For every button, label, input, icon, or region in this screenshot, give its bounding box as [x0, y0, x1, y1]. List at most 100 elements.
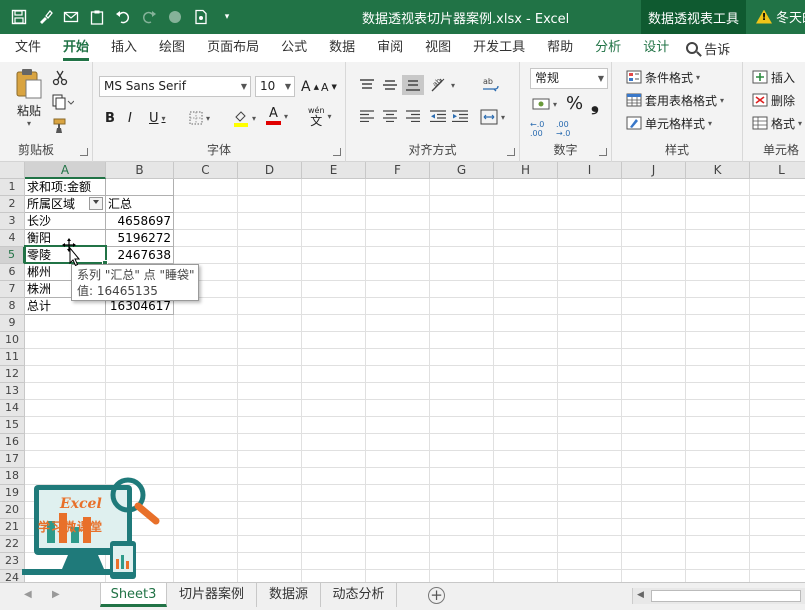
- cell-l5[interactable]: [750, 247, 805, 264]
- column-header-j[interactable]: J: [622, 162, 686, 179]
- cell-j13[interactable]: [622, 383, 686, 400]
- cell-e6[interactable]: [302, 264, 366, 281]
- column-header-c[interactable]: C: [174, 162, 238, 179]
- cell-g15[interactable]: [430, 417, 494, 434]
- cell-h19[interactable]: [494, 485, 558, 502]
- cell-g1[interactable]: [430, 179, 494, 196]
- cell-k8[interactable]: [686, 298, 750, 315]
- cell-h14[interactable]: [494, 400, 558, 417]
- worksheet-grid[interactable]: ABCDEFGHIJKL 1 2 3 4 5 6 7 8 9 10 11 12 13 14 15 16 17 18…: [0, 162, 805, 582]
- scrollbar-thumb[interactable]: [651, 590, 801, 602]
- sheet-tab-slicer-case[interactable]: 切片器案例: [167, 583, 257, 607]
- cell-k5[interactable]: [686, 247, 750, 264]
- cell-i13[interactable]: [558, 383, 622, 400]
- cell-k15[interactable]: [686, 417, 750, 434]
- cell-f22[interactable]: [366, 536, 430, 553]
- cell-k17[interactable]: [686, 451, 750, 468]
- column-header-k[interactable]: K: [686, 162, 750, 179]
- cell-f7[interactable]: [366, 281, 430, 298]
- cell-i18[interactable]: [558, 468, 622, 485]
- tab-developer[interactable]: 开发工具: [462, 34, 536, 62]
- cell-c19[interactable]: [174, 485, 238, 502]
- cell-g12[interactable]: [430, 366, 494, 383]
- row-header-4[interactable]: 4: [0, 230, 25, 247]
- row-header-13[interactable]: 13: [0, 383, 25, 400]
- wrap-text-icon[interactable]: ab: [482, 76, 500, 94]
- row-label-filter-button[interactable]: [89, 197, 103, 210]
- align-middle-icon[interactable]: [383, 79, 397, 91]
- cell-k19[interactable]: [686, 485, 750, 502]
- cell-k23[interactable]: [686, 553, 750, 570]
- cell-l8[interactable]: [750, 298, 805, 315]
- tab-view[interactable]: 视图: [414, 34, 462, 62]
- cell-k1[interactable]: [686, 179, 750, 196]
- cell-l14[interactable]: [750, 400, 805, 417]
- cell-e10[interactable]: [302, 332, 366, 349]
- cell-f14[interactable]: [366, 400, 430, 417]
- cell-f10[interactable]: [366, 332, 430, 349]
- cell-h20[interactable]: [494, 502, 558, 519]
- tab-insert[interactable]: 插入: [100, 34, 148, 62]
- cell-e24[interactable]: [302, 570, 366, 582]
- cell-i11[interactable]: [558, 349, 622, 366]
- next-sheet-icon[interactable]: ▶: [52, 589, 60, 600]
- cell-c21[interactable]: [174, 519, 238, 536]
- cell-a14[interactable]: [25, 400, 106, 417]
- cell-a11[interactable]: [25, 349, 106, 366]
- cell-i5[interactable]: [558, 247, 622, 264]
- cell-j3[interactable]: [622, 213, 686, 230]
- cell-i9[interactable]: [558, 315, 622, 332]
- cell-k22[interactable]: [686, 536, 750, 553]
- cell-g8[interactable]: [430, 298, 494, 315]
- cell-j16[interactable]: [622, 434, 686, 451]
- cell-d22[interactable]: [238, 536, 302, 553]
- cell-d23[interactable]: [238, 553, 302, 570]
- tab-data[interactable]: 数据: [318, 34, 366, 62]
- horizontal-scrollbar[interactable]: ◀: [632, 588, 805, 604]
- cell-k24[interactable]: [686, 570, 750, 582]
- cell-l17[interactable]: [750, 451, 805, 468]
- cell-b16[interactable]: [106, 434, 174, 451]
- cell-l11[interactable]: [750, 349, 805, 366]
- cell-k2[interactable]: [686, 196, 750, 213]
- cell-h8[interactable]: [494, 298, 558, 315]
- select-all-corner[interactable]: [0, 162, 25, 179]
- tab-help[interactable]: 帮助: [536, 34, 584, 62]
- cell-b17[interactable]: [106, 451, 174, 468]
- cell-c2[interactable]: [174, 196, 238, 213]
- cell-g11[interactable]: [430, 349, 494, 366]
- paste-button[interactable]: 粘贴 ▾: [10, 68, 48, 128]
- cell-j21[interactable]: [622, 519, 686, 536]
- column-header-b[interactable]: B: [106, 162, 174, 179]
- tab-review[interactable]: 审阅: [366, 34, 414, 62]
- cell-a17[interactable]: [25, 451, 106, 468]
- cell-h24[interactable]: [494, 570, 558, 582]
- cell-c4[interactable]: [174, 230, 238, 247]
- account-warning[interactable]: ! 冬天的: [756, 7, 805, 26]
- cell-e3[interactable]: [302, 213, 366, 230]
- cell-e8[interactable]: [302, 298, 366, 315]
- cell-g6[interactable]: [430, 264, 494, 281]
- row-header-5[interactable]: 5: [0, 247, 25, 264]
- tab-analyze[interactable]: 分析: [584, 34, 632, 62]
- cell-f23[interactable]: [366, 553, 430, 570]
- cell-l4[interactable]: [750, 230, 805, 247]
- cell-b12[interactable]: [106, 366, 174, 383]
- cell-i7[interactable]: [558, 281, 622, 298]
- cell-b2[interactable]: 汇总: [106, 196, 174, 213]
- cell-l9[interactable]: [750, 315, 805, 332]
- cell-h7[interactable]: [494, 281, 558, 298]
- cell-l23[interactable]: [750, 553, 805, 570]
- fill-color-button[interactable]: ▾: [233, 108, 256, 128]
- underline-button[interactable]: U ▾: [149, 108, 166, 128]
- cell-b15[interactable]: [106, 417, 174, 434]
- align-center-icon[interactable]: [383, 110, 397, 122]
- cell-e17[interactable]: [302, 451, 366, 468]
- cell-h9[interactable]: [494, 315, 558, 332]
- cell-f16[interactable]: [366, 434, 430, 451]
- cell-l1[interactable]: [750, 179, 805, 196]
- cell-b13[interactable]: [106, 383, 174, 400]
- cell-f5[interactable]: [366, 247, 430, 264]
- cell-f20[interactable]: [366, 502, 430, 519]
- cell-j9[interactable]: [622, 315, 686, 332]
